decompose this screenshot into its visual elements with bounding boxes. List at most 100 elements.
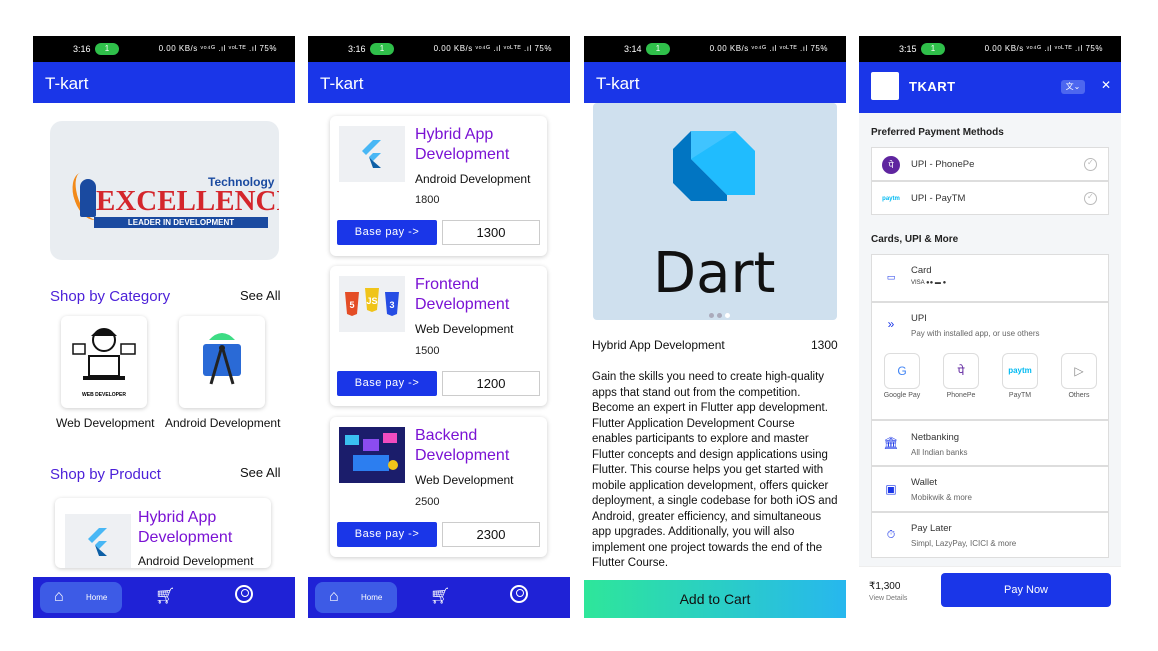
product-base-price: 1800 xyxy=(415,194,440,206)
product-card[interactable]: 5 JS 3 Frontend Development Web Developm… xyxy=(330,266,547,406)
app-bar: T-kart xyxy=(308,62,570,103)
tkart-logo-icon: 🤝︎ xyxy=(871,72,899,100)
product-title-line1: Hybrid App xyxy=(415,126,494,143)
pay-amount: 1200 xyxy=(442,371,540,396)
product-hero-image[interactable]: Dart xyxy=(593,103,837,320)
product-title-line2: Development xyxy=(415,296,510,313)
nav-home-label: Home xyxy=(361,593,383,602)
category-label-web: Web Development xyxy=(56,416,155,430)
paytm-icon: paytm xyxy=(882,196,900,202)
base-pay-button[interactable]: Base pay -> xyxy=(337,522,437,547)
android-studio-icon xyxy=(203,333,241,385)
status-bar: 3:14 1 0.00 KB/s ᵛᵒ⁴ᴳ .ıl ᵛᵒᴸᵀᴱ .ıl 75% xyxy=(584,36,846,62)
card-icon: ▭ xyxy=(886,272,896,282)
product-title-line2: Development xyxy=(415,447,510,464)
view-details-link[interactable]: View Details xyxy=(869,595,907,602)
shop-by-product-heading: Shop by Product xyxy=(50,466,161,483)
logo-figure xyxy=(80,179,96,217)
option-card-label: Card xyxy=(911,265,932,276)
paytm-app-icon[interactable]: paytm xyxy=(1002,353,1038,389)
bottom-nav: ⌂ Home 🛒︎ xyxy=(308,577,570,618)
product-image xyxy=(339,126,405,182)
see-all-products-link[interactable]: See All xyxy=(240,465,280,480)
pay-now-button[interactable]: Pay Now xyxy=(941,573,1111,607)
product-category: Web Development xyxy=(415,322,514,336)
flutter-icon xyxy=(362,140,381,168)
preferred-paytm[interactable]: paytm UPI - PayTM xyxy=(871,181,1109,215)
carousel-dots[interactable] xyxy=(709,305,733,320)
app-title: T-kart xyxy=(320,74,364,93)
option-wallet-sub: Mobikwik & more xyxy=(911,493,972,502)
product-title-line1: Backend xyxy=(415,427,478,444)
shop-by-category-heading: Shop by Category xyxy=(50,288,171,305)
web-developer-icon: WEB DEVELOPER xyxy=(72,328,136,398)
status-bar: 3:16 1 0.00 KB/s ᵛᵒ⁴ᴳ .ıl ᵛᵒᴸᵀᴱ .ıl 75% xyxy=(308,36,570,62)
server-illustration-icon xyxy=(345,433,398,471)
status-time: 3:14 xyxy=(624,44,642,54)
product-title-line2: Development xyxy=(138,529,233,546)
category-card-android[interactable] xyxy=(179,316,265,408)
radio-icon[interactable] xyxy=(1084,158,1097,171)
product-card[interactable]: Backend Development Web Development 2500… xyxy=(330,417,547,557)
google-pay-icon[interactable]: G xyxy=(884,353,920,389)
others-label: Others xyxy=(1068,392,1090,399)
nav-home-button[interactable]: ⌂ Home xyxy=(40,582,122,613)
preferred-phonepe[interactable]: पे UPI - PhonePe xyxy=(871,147,1109,181)
product-description: Gain the skills you need to create high-… xyxy=(592,371,838,569)
product-category: Web Development xyxy=(415,473,514,487)
base-pay-button[interactable]: Base pay -> xyxy=(337,220,437,245)
product-image: 5 JS 3 xyxy=(339,276,405,332)
profile-icon[interactable] xyxy=(510,585,528,603)
google-pay-label: Google Pay xyxy=(883,392,921,399)
profile-icon[interactable] xyxy=(235,585,253,603)
option-netbanking[interactable]: 🏛︎ Netbanking All Indian banks xyxy=(871,420,1109,466)
close-icon[interactable]: ✕ xyxy=(1101,78,1111,92)
base-pay-button[interactable]: Base pay -> xyxy=(337,371,437,396)
phonepe-label: PhonePe xyxy=(946,392,976,399)
screen-product-detail: 3:14 1 0.00 KB/s ᵛᵒ⁴ᴳ .ıl ᵛᵒᴸᵀᴱ .ıl 75% … xyxy=(584,36,846,618)
phonepe-app-icon[interactable]: पे xyxy=(943,353,979,389)
status-icons: 0.00 KB/s ᵛᵒ⁴ᴳ .ıl ᵛᵒᴸᵀᴱ .ıl 75% xyxy=(433,44,552,53)
option-card[interactable]: ▭ Card VISA ●● ▬ ● xyxy=(871,254,1109,302)
product-card[interactable]: Hybrid App Development Android Developme… xyxy=(330,116,547,256)
radio-icon[interactable] xyxy=(1084,192,1097,205)
cart-icon[interactable]: 🛒︎ xyxy=(155,586,175,606)
status-bar: 3:15 1 0.00 KB/s ᵛᵒ⁴ᴳ .ıl ᵛᵒᴸᵀᴱ .ıl 75% xyxy=(859,36,1121,62)
html-css-js-icon: 5 JS 3 xyxy=(345,288,399,316)
status-icons: 0.00 KB/s ᵛᵒ⁴ᴳ .ıl ᵛᵒᴸᵀᴱ .ıl 75% xyxy=(709,44,828,53)
option-wallet-label: Wallet xyxy=(911,477,938,488)
language-icon[interactable]: 文⌄ xyxy=(1061,80,1085,94)
nav-home-label: Home xyxy=(86,593,108,602)
see-all-categories-link[interactable]: See All xyxy=(240,288,280,303)
category-card-web[interactable]: WEB DEVELOPER xyxy=(61,316,147,408)
preferred-methods-heading: Preferred Payment Methods xyxy=(871,127,1004,138)
pay-amount: 2300 xyxy=(442,522,540,547)
product-category: Android Development xyxy=(415,172,531,186)
flutter-icon xyxy=(88,528,107,556)
product-base-price: 1500 xyxy=(415,345,440,357)
add-to-cart-button[interactable]: Add to Cart xyxy=(584,580,846,618)
call-pill: 1 xyxy=(370,43,394,55)
app-title: T-kart xyxy=(45,74,89,93)
bank-icon: 🏛︎ xyxy=(883,436,899,450)
call-pill: 1 xyxy=(95,43,119,55)
call-pill: 1 xyxy=(921,43,945,55)
bottom-nav: ⌂ Home 🛒︎ xyxy=(33,577,295,618)
option-upi[interactable]: » UPI Pay with installed app, or use oth… xyxy=(871,302,1109,420)
promo-banner[interactable]: Technology EXCELLENCE LEADER IN DEVELOPM… xyxy=(50,121,279,260)
others-app-icon[interactable]: ▷ xyxy=(1061,353,1097,389)
app-bar: T-kart xyxy=(33,62,295,103)
paylater-icon: ⏱︎ xyxy=(886,529,896,541)
nav-home-button[interactable]: ⌂ Home xyxy=(315,582,397,613)
option-wallet[interactable]: ▣ Wallet Mobikwik & more xyxy=(871,466,1109,512)
product-image xyxy=(339,427,405,483)
phonepe-icon: पे xyxy=(882,156,900,174)
status-time: 3:15 xyxy=(899,44,917,54)
cart-icon[interactable]: 🛒︎ xyxy=(430,586,450,606)
app-bar: T-kart xyxy=(584,62,846,103)
option-paylater[interactable]: ⏱︎ Pay Later Simpl, LazyPay, ICICI & mor… xyxy=(871,512,1109,558)
product-base-price: 2500 xyxy=(415,496,440,508)
product-card[interactable]: Hybrid App Development Android Developme… xyxy=(55,498,271,568)
option-upi-label: UPI xyxy=(911,313,927,324)
product-title: Hybrid App Development xyxy=(592,338,725,352)
